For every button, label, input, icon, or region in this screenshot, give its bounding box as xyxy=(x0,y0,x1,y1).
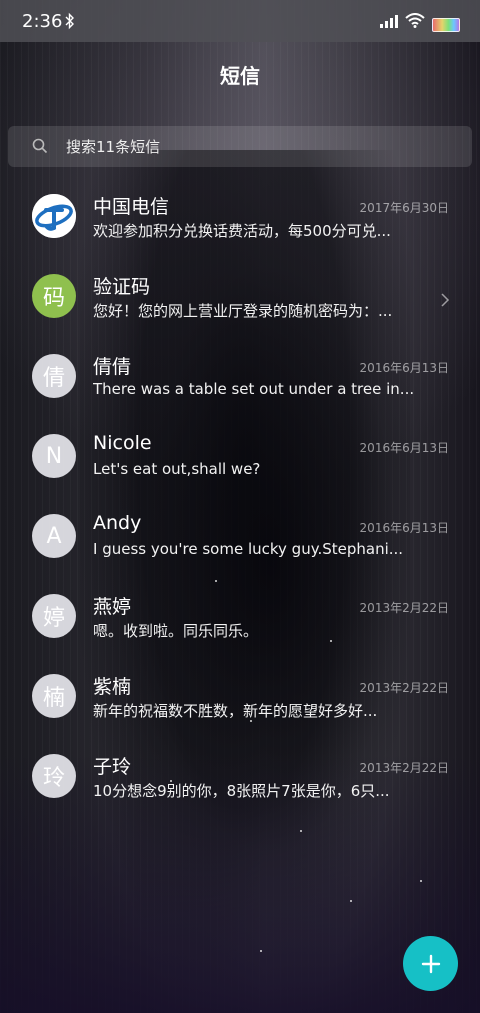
star xyxy=(260,950,262,952)
conversation-name: 燕婷 xyxy=(93,596,132,618)
conversation-item[interactable]: A Andy 2016年6月13日 I guess you're some lu… xyxy=(0,502,480,582)
conversation-name: 验证码 xyxy=(93,276,151,298)
battery-icon xyxy=(432,18,460,32)
conversation-date: 2013年2月22日 xyxy=(359,681,449,695)
conversation-item[interactable]: 婷 燕婷 2013年2月22日 嗯。收到啦。同乐同乐。 xyxy=(0,582,480,662)
signal-icon xyxy=(380,15,398,28)
conversation-name: 子玲 xyxy=(93,756,132,778)
conversation-date: 2016年6月13日 xyxy=(359,521,449,535)
conversation-item[interactable]: 玲 子玲 2013年2月22日 10分想念9别的你，8张照片7张是你，6只... xyxy=(0,742,480,822)
bluetooth-icon xyxy=(65,12,74,30)
conversation-name: 紫楠 xyxy=(93,676,132,698)
conversation-name: 中国电信 xyxy=(93,196,170,218)
conversation-date: 2013年2月22日 xyxy=(359,601,449,615)
avatar: 码 xyxy=(32,274,76,318)
avatar: A xyxy=(32,514,76,558)
conversation-name: Andy xyxy=(93,512,142,534)
conversation-item[interactable]: 倩 倩倩 2016年6月13日 There was a table set ou… xyxy=(0,342,480,422)
conversation-preview: There was a table set out under a tree i… xyxy=(93,380,415,398)
avatar: N xyxy=(32,434,76,478)
conversation-preview: 10分想念9别的你，8张照片7张是你，6只... xyxy=(93,782,390,800)
status-bar: 2:36 xyxy=(0,0,480,42)
search-bar[interactable]: 搜索11条短信 xyxy=(8,126,472,167)
conversation-list: 中国电信 2017年6月30日 欢迎参加积分兑换话费活动，每500分可兑... … xyxy=(0,182,480,822)
conversation-date: 2013年2月22日 xyxy=(359,761,449,775)
chevron-right-icon xyxy=(441,293,450,307)
conversation-date: 2016年6月13日 xyxy=(359,361,449,375)
star xyxy=(420,880,422,882)
conversation-preview: 欢迎参加积分兑换话费活动，每500分可兑... xyxy=(93,222,391,240)
avatar: 婷 xyxy=(32,594,76,638)
avatar: 玲 xyxy=(32,754,76,798)
star xyxy=(300,830,302,832)
wifi-icon xyxy=(405,13,425,28)
conversation-item[interactable]: 楠 紫楠 2013年2月22日 新年的祝福数不胜数，新年的愿望好多好... xyxy=(0,662,480,742)
avatar: 楠 xyxy=(32,674,76,718)
conversation-item[interactable]: 中国电信 2017年6月30日 欢迎参加积分兑换话费活动，每500分可兑... xyxy=(0,182,480,262)
conversation-preview: 新年的祝福数不胜数，新年的愿望好多好... xyxy=(93,702,378,720)
conversation-preview: I guess you're some lucky guy.Stephani..… xyxy=(93,540,404,558)
page-title: 短信 xyxy=(220,64,260,88)
conversation-name: 倩倩 xyxy=(93,356,132,378)
status-time: 2:36 xyxy=(22,11,63,32)
china-telecom-logo-avatar xyxy=(32,194,76,238)
search-placeholder: 搜索11条短信 xyxy=(66,138,161,156)
conversation-name: Nicole xyxy=(93,432,152,454)
conversation-preview: 您好！您的网上营业厅登录的随机密码为：... xyxy=(93,302,393,320)
conversation-item[interactable]: 码 验证码 您好！您的网上营业厅登录的随机密码为：... xyxy=(0,262,480,342)
star xyxy=(350,900,352,902)
conversation-date: 2017年6月30日 xyxy=(359,201,449,215)
conversation-date: 2016年6月13日 xyxy=(359,441,449,455)
plus-icon xyxy=(421,954,440,973)
avatar: 倩 xyxy=(32,354,76,398)
conversation-preview: Let's eat out,shall we? xyxy=(93,460,261,478)
new-message-button[interactable] xyxy=(403,936,458,991)
china-telecom-logo-icon xyxy=(32,194,76,238)
conversation-item[interactable]: N Nicole 2016年6月13日 Let's eat out,shall … xyxy=(0,422,480,502)
search-icon xyxy=(32,138,48,154)
conversation-preview: 嗯。收到啦。同乐同乐。 xyxy=(93,622,259,640)
